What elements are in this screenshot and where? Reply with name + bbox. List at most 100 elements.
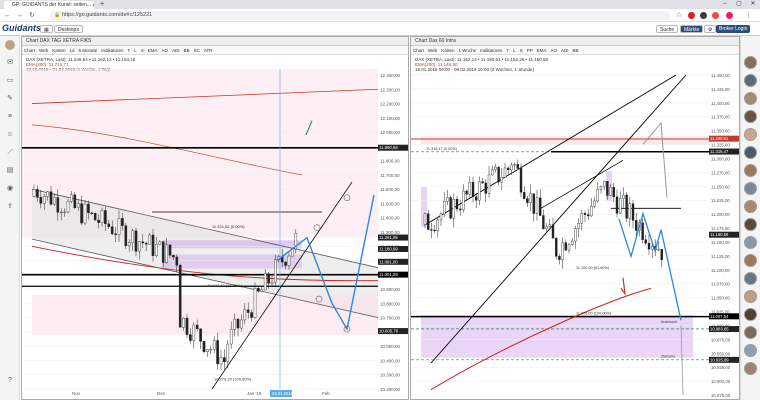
left-toolbar-item[interactable]: 6 Monate [76, 46, 99, 54]
right-toolbar-item[interactable]: T [504, 46, 511, 54]
contact-avatar[interactable] [744, 110, 757, 123]
contact-avatar[interactable] [744, 236, 757, 249]
desktop-grid-icon[interactable]: ▦ [40, 25, 53, 33]
back-icon[interactable]: ← [4, 11, 11, 20]
candle-body [90, 212, 94, 214]
extension-icon[interactable] [700, 12, 707, 19]
fib-label: 11.100,00 (61.80%) [576, 266, 610, 270]
candle-body [615, 196, 619, 214]
left-chart-canvas[interactable]: 12.400,00 12.300,00 12.200,00 12.100,00 12.0… [22, 55, 408, 399]
adblock-icon[interactable] [688, 12, 695, 19]
star-icon[interactable]: ☆ [676, 11, 682, 20]
pencil-icon[interactable]: ✎ [5, 94, 15, 104]
people-icon[interactable]: ☺ [5, 130, 15, 140]
right-toolbar-item[interactable]: 1 Woche [456, 46, 478, 54]
left-toolbar-item[interactable]: SC [192, 46, 202, 54]
left-toolbar-item[interactable]: Chart [22, 46, 37, 54]
right-toolbar-item[interactable]: Indikatoren [478, 46, 504, 54]
candle-body [494, 166, 497, 171]
left-toolbar-item[interactable]: T [126, 46, 133, 54]
contact-avatar[interactable] [744, 182, 757, 195]
left-toolbar-item[interactable]: ATR [202, 46, 215, 54]
share-icon[interactable]: ⇪ [5, 202, 15, 212]
contact-avatar[interactable] [744, 146, 757, 159]
contact-avatar[interactable] [744, 308, 757, 321]
settings-gear-icon[interactable]: ⚙ [704, 25, 717, 33]
list-icon[interactable]: ≡ [5, 112, 15, 122]
left-toolbar-item[interactable]: AO [160, 46, 171, 54]
candle-body [538, 197, 542, 216]
search-button[interactable]: Suche [656, 25, 679, 33]
candle-body [446, 197, 449, 202]
contact-avatar[interactable] [744, 164, 757, 177]
candle-body [243, 309, 247, 321]
help-icon[interactable]: ? [5, 376, 15, 386]
minimize-icon[interactable]: – [718, 0, 732, 9]
candle-body [246, 309, 250, 313]
candle-body [206, 349, 209, 352]
lower-pink-zone [32, 294, 378, 335]
left-toolbar-item[interactable]: BB [182, 46, 192, 54]
right-toolbar-item[interactable]: Chart [411, 46, 426, 54]
reload-icon[interactable]: ↻ [29, 11, 35, 20]
right-toolbar-item[interactable]: Karten [439, 46, 456, 54]
camera-icon[interactable]: ◉ [5, 184, 15, 194]
book-icon[interactable]: ▤ [5, 166, 15, 176]
left-toolbar-item[interactable]: 1d [67, 46, 76, 54]
left-toolbar-item[interactable]: EMA [146, 46, 160, 54]
contact-avatar[interactable] [744, 254, 757, 267]
markets-button[interactable]: Märkte [680, 25, 704, 33]
menu-kebab-icon[interactable]: ⋮ [745, 11, 752, 20]
maximize-icon[interactable]: ▢ [732, 0, 746, 9]
new-tab-button[interactable]: + [100, 1, 104, 8]
candle-body [490, 169, 494, 176]
user-avatar[interactable] [5, 40, 15, 50]
extension-red-icon[interactable] [712, 12, 719, 19]
tab-title: GP: GUIDANTS der Kunst: seiten... [12, 2, 91, 8]
candle-body [36, 189, 39, 198]
candle-body [500, 177, 504, 183]
url-input[interactable]: 🔒 https://go.guidants.com/de#c/125221 [50, 11, 670, 20]
left-toolbar-item[interactable]: Web [37, 46, 50, 54]
contact-avatar[interactable] [744, 218, 757, 231]
profile-avatar-icon[interactable] [726, 12, 733, 19]
broker-login-button[interactable]: Broker Login [716, 25, 751, 33]
monitor-icon[interactable]: ▭ [5, 76, 15, 86]
contact-avatar[interactable] [744, 200, 757, 213]
left-toolbar-item[interactable]: ADI [170, 46, 182, 54]
browser-tab[interactable]: GP: GUIDANTS der Kunst: seiten... ✕ [4, 1, 94, 9]
right-toolbar-item[interactable]: BB [571, 46, 581, 54]
price-axis-label: 12.200,00 [380, 102, 401, 107]
right-toolbar-item[interactable]: Web [426, 46, 439, 54]
contact-avatar[interactable] [744, 74, 757, 87]
window-close-icon[interactable]: ✕ [746, 0, 760, 9]
contact-avatar[interactable] [744, 344, 757, 357]
close-icon[interactable]: ✕ [92, 2, 94, 9]
contact-avatar[interactable] [744, 362, 757, 375]
candle-body [42, 196, 46, 204]
fib-label: 10.977,40 (61.80%) [207, 283, 243, 288]
contact-avatar[interactable] [744, 92, 757, 105]
right-toolbar-item[interactable]: EMA [535, 46, 549, 54]
desktops-button[interactable]: Desktops [54, 25, 83, 33]
right-toolbar-item[interactable]: PP [525, 46, 535, 54]
right-chart-canvas[interactable]: 11.450,00 11.425,00 11.400,00 11.375,00 11.3… [411, 55, 739, 399]
price-axis-label: 10.950,00 [711, 351, 731, 356]
contact-avatar[interactable] [744, 128, 757, 141]
contact-avatar[interactable] [744, 56, 757, 69]
left-toolbar-item[interactable]: S [139, 46, 146, 54]
contact-avatar[interactable] [744, 272, 757, 285]
left-toolbar-item[interactable]: Karten [50, 46, 67, 54]
price-tag-label: 11.340,61 [710, 136, 729, 141]
left-toolbar-item[interactable]: Indikatoren [99, 46, 125, 54]
chat-icon[interactable]: ✉ [5, 58, 15, 68]
price-axis-label: 11.450,00 [711, 73, 730, 78]
left-sidebar: ✉ ▭ ✎ ≡ ☺ ⟋ ▤ ◉ ⇪ ? [0, 36, 20, 400]
contact-avatar[interactable] [744, 290, 757, 303]
right-toolbar-item[interactable]: S [518, 46, 525, 54]
contact-avatar[interactable] [744, 326, 757, 339]
right-toolbar-item[interactable]: AO [548, 46, 559, 54]
forward-icon[interactable]: → [16, 11, 23, 20]
right-toolbar-item[interactable]: ADI [559, 46, 571, 54]
chart-line-icon[interactable]: ⟋ [5, 148, 15, 158]
